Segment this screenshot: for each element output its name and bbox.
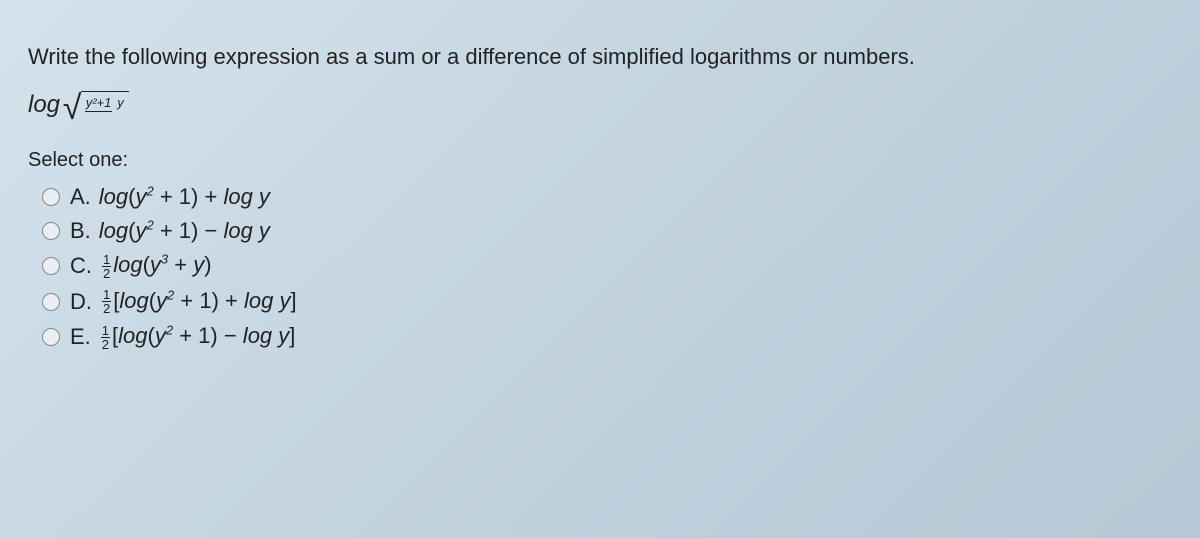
sqrt-fraction: y²+1 y bbox=[85, 95, 125, 109]
option-c-radio[interactable] bbox=[42, 257, 60, 275]
half-fraction: 12 bbox=[101, 324, 110, 351]
option-b-text: B. log(y2 + 1) − log y bbox=[70, 218, 270, 244]
option-d-row[interactable]: D. 12 [log(y2 + 1) + log y] bbox=[42, 288, 1172, 316]
question-prompt: Write the following expression as a sum … bbox=[28, 40, 1172, 73]
option-d-text: D. 12 [log(y2 + 1) + log y] bbox=[70, 288, 297, 316]
sqrt-fraction-top: y²+1 bbox=[85, 95, 113, 112]
sqrt-block: y²+1 y bbox=[67, 91, 129, 119]
half-fraction: 12 bbox=[102, 253, 111, 280]
question-container: Write the following expression as a sum … bbox=[0, 0, 1200, 538]
option-e-text: E. 12 [log(y2 + 1) − log y] bbox=[70, 323, 295, 351]
option-a-radio[interactable] bbox=[42, 188, 60, 206]
option-b-letter: B. bbox=[70, 218, 91, 244]
option-e-radio[interactable] bbox=[42, 328, 60, 346]
option-a-letter: A. bbox=[70, 184, 91, 210]
sqrt-inner: y²+1 y bbox=[81, 91, 129, 111]
select-one-label: Select one: bbox=[28, 149, 1172, 172]
options-group: A. log(y2 + 1) + log y B. log(y2 + 1) − … bbox=[28, 184, 1172, 351]
option-c-row[interactable]: C. 12 log(y3 + y) bbox=[42, 252, 1172, 280]
sqrt-fraction-bot: y bbox=[116, 94, 125, 110]
option-c-letter: C. bbox=[70, 253, 92, 279]
question-expression: log y²+1 y bbox=[28, 91, 129, 119]
option-c-text: C. 12 log(y3 + y) bbox=[70, 252, 212, 280]
option-d-letter: D. bbox=[70, 289, 92, 315]
log-label: log bbox=[28, 91, 60, 118]
option-e-letter: E. bbox=[70, 324, 91, 350]
half-fraction: 12 bbox=[102, 288, 111, 315]
option-a-row[interactable]: A. log(y2 + 1) + log y bbox=[42, 184, 1172, 210]
option-b-row[interactable]: B. log(y2 + 1) − log y bbox=[42, 218, 1172, 244]
option-d-radio[interactable] bbox=[42, 293, 60, 311]
option-a-text: A. log(y2 + 1) + log y bbox=[70, 184, 270, 210]
option-b-radio[interactable] bbox=[42, 222, 60, 240]
option-e-row[interactable]: E. 12 [log(y2 + 1) − log y] bbox=[42, 323, 1172, 351]
